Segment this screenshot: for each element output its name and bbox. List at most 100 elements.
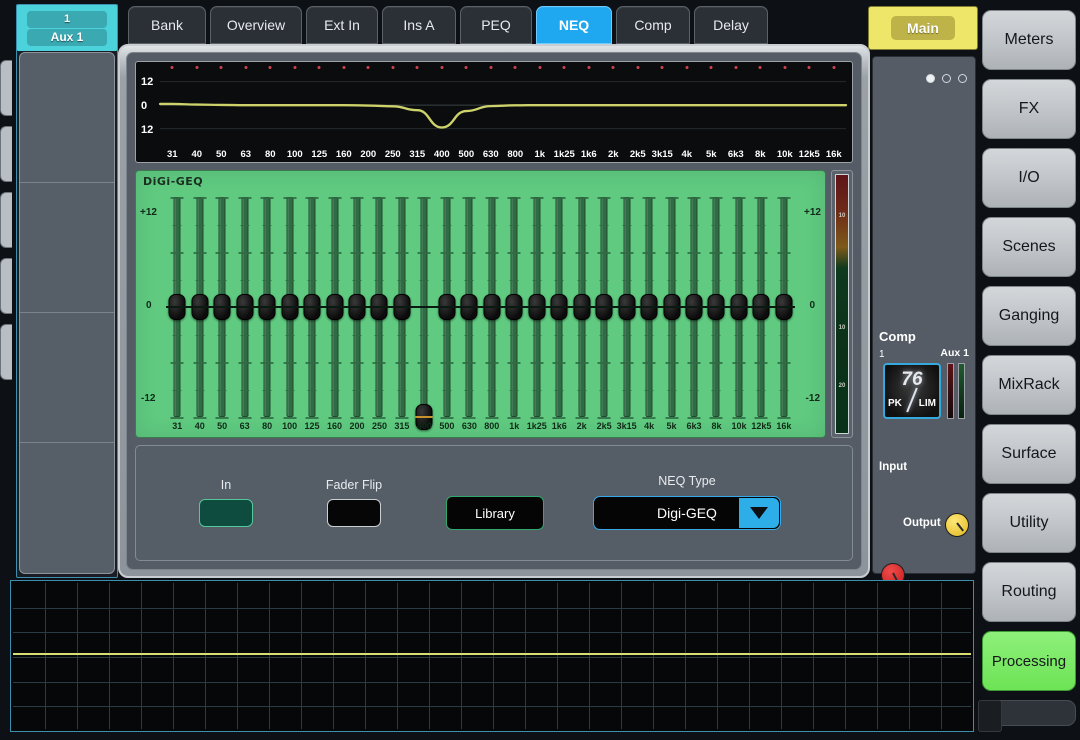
- tab-ext-in[interactable]: Ext In: [306, 6, 378, 44]
- geq-fader-tick: [667, 334, 677, 336]
- geq-fader-tick: [417, 252, 431, 254]
- tab-neq[interactable]: NEQ: [536, 6, 612, 44]
- side-tab-5[interactable]: [0, 324, 12, 380]
- nav-button-processing[interactable]: Processing: [982, 631, 1076, 691]
- nav-button-surface[interactable]: Surface: [982, 424, 1076, 484]
- nav-button-ganging[interactable]: Ganging: [982, 286, 1076, 346]
- geq-fader-tick: [575, 252, 589, 254]
- geq-fader-tick: [777, 417, 791, 419]
- geq-fader-tick: [734, 389, 744, 391]
- in-button[interactable]: [199, 499, 253, 527]
- side-tab-4[interactable]: [0, 258, 12, 314]
- side-tab-3[interactable]: [0, 192, 12, 248]
- geq-fader-tick: [397, 389, 407, 391]
- channel-number: 1: [27, 10, 107, 28]
- geq-fader-tick: [575, 197, 589, 199]
- geq-fader-tick: [350, 417, 364, 419]
- geq-fader-tick: [440, 252, 454, 254]
- geq-fader-tick: [238, 417, 252, 419]
- comp-model-pk: PK: [888, 398, 902, 409]
- geq-fader-tick: [285, 279, 295, 281]
- geq-fader-tick: [464, 224, 474, 226]
- neq-type-value: Digi-GEQ: [657, 505, 717, 521]
- nav-button-mixrack[interactable]: MixRack: [982, 355, 1076, 415]
- geq-fader-tick: [352, 224, 362, 226]
- chevron-down-icon[interactable]: [739, 498, 779, 528]
- main-bus-label: Main: [891, 16, 955, 40]
- geq-fader-tick: [328, 417, 342, 419]
- main-bus-button[interactable]: Main: [868, 6, 978, 50]
- geq-freq-tick: 12k5: [751, 421, 772, 431]
- scope-corner-nub[interactable]: [978, 700, 1002, 732]
- nav-button-meters[interactable]: Meters: [982, 10, 1076, 70]
- neq-type-select[interactable]: Digi-GEQ: [593, 496, 781, 530]
- geq-fader-tick: [397, 279, 407, 281]
- eq-response-graph[interactable]: 12 0 12 31 40 50 63 80 100 125 160 200 250 315 400 5…: [135, 61, 853, 163]
- input-gain-knob[interactable]: [945, 513, 969, 537]
- geq-fader-tick: [217, 279, 227, 281]
- geq-fader-tick: [754, 362, 768, 364]
- nav-button-routing[interactable]: Routing: [982, 562, 1076, 622]
- bottom-waveform-scope[interactable]: [10, 580, 974, 732]
- geq-fader-tick: [487, 224, 497, 226]
- geq-fader-tick: [440, 197, 454, 199]
- geq-fader-tick: [622, 389, 632, 391]
- geq-fader-tick: [350, 362, 364, 364]
- geq-fader-tick: [509, 334, 519, 336]
- geq-fader-tick: [779, 334, 789, 336]
- page-dot-3[interactable]: [958, 74, 967, 83]
- tab-peq[interactable]: PEQ: [460, 6, 532, 44]
- mixer-app-window: 1 Aux 1 Bank Overview Ext In Ins A PEQ N…: [0, 0, 1080, 740]
- geq-fader-tick: [285, 389, 295, 391]
- library-button[interactable]: Library: [446, 496, 544, 530]
- page-dot-1[interactable]: [926, 74, 935, 83]
- geq-fader-tick: [754, 197, 768, 199]
- channel-slot-3[interactable]: [20, 313, 114, 443]
- page-dot-2[interactable]: [942, 74, 951, 83]
- nav-button-fx[interactable]: FX: [982, 79, 1076, 139]
- geq-fader-tick: [395, 362, 409, 364]
- side-tab-2[interactable]: [0, 126, 12, 182]
- fader-flip-button[interactable]: [327, 499, 381, 527]
- geq-freq-tick: 1k: [509, 421, 520, 431]
- geq-fader-tick: [552, 417, 566, 419]
- geq-freq-tick: 5k: [666, 421, 677, 431]
- channel-slot-4[interactable]: [20, 443, 114, 573]
- geq-fader-tick: [350, 197, 364, 199]
- geq-fader-tick: [305, 417, 319, 419]
- geq-fader-tick: [352, 279, 362, 281]
- geq-fader-tick: [352, 334, 362, 336]
- nav-button-scenes[interactable]: Scenes: [982, 217, 1076, 277]
- geq-fader-tick: [577, 334, 587, 336]
- channel-slot-2[interactable]: [20, 183, 114, 313]
- geq-fader-tick: [374, 224, 384, 226]
- geq-output-meter: 10 10 20: [831, 170, 853, 438]
- geq-fader-board[interactable]: DiGi-GEQ +12 0 -12 +12 0 -12 31 40 50 63 80 1…: [135, 170, 826, 438]
- geq-fader-tick: [283, 197, 297, 199]
- geq-fader-tick: [754, 252, 768, 254]
- geq-fader-tick: [487, 279, 497, 281]
- nav-button-io[interactable]: I/O: [982, 148, 1076, 208]
- tab-bank[interactable]: Bank: [128, 6, 206, 44]
- tab-ins-a[interactable]: Ins A: [382, 6, 456, 44]
- page-indicator-dots[interactable]: [926, 74, 967, 83]
- tab-overview[interactable]: Overview: [210, 6, 302, 44]
- comp-channel-number: 1: [879, 349, 885, 360]
- compressor-model-thumbnail[interactable]: 76 PK LIM: [883, 363, 941, 419]
- tab-delay[interactable]: Delay: [694, 6, 768, 44]
- geq-frequency-axis: 31 40 50 63 80 100 125 160 200 250 315 400 500 630 800…: [166, 421, 795, 435]
- channel-header[interactable]: 1 Aux 1: [17, 5, 117, 51]
- neq-controls-panel: In Fader Flip Library NEQ Type Digi-GEQ: [135, 445, 853, 561]
- geq-fader-tick: [532, 389, 542, 391]
- geq-fader-tick: [330, 389, 340, 391]
- geq-fader-tick: [372, 252, 386, 254]
- tab-comp[interactable]: Comp: [616, 6, 690, 44]
- geq-fader-tick: [709, 197, 723, 199]
- channel-slot-1[interactable]: [20, 53, 114, 183]
- geq-freq-tick: 63: [239, 421, 250, 431]
- side-tab-1[interactable]: [0, 60, 12, 116]
- nav-button-utility[interactable]: Utility: [982, 493, 1076, 553]
- eq-freq-tick: 500: [458, 148, 475, 160]
- geq-fader-tick: [642, 197, 656, 199]
- geq-fader-tick: [779, 279, 789, 281]
